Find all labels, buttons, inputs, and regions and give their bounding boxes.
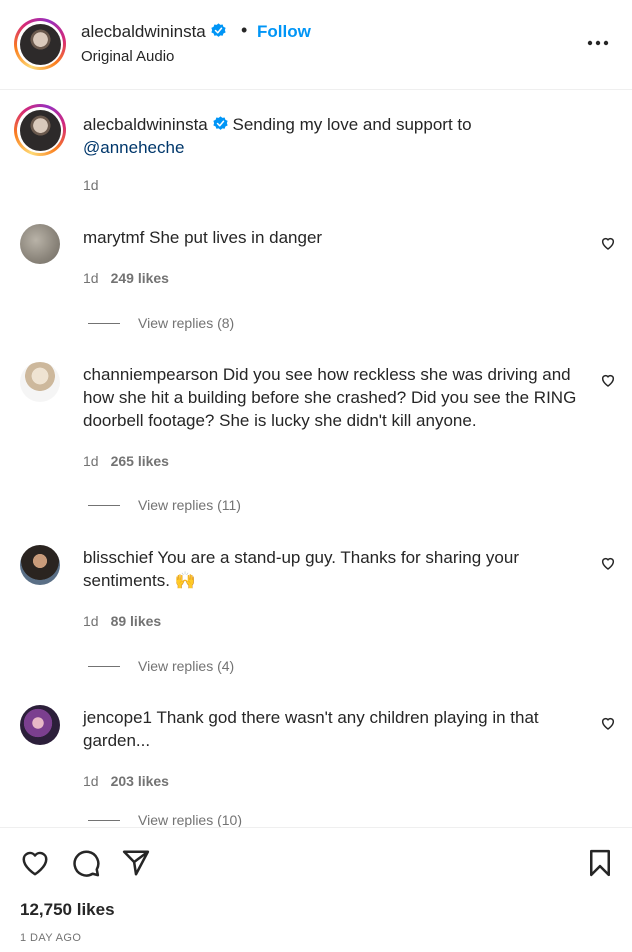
view-replies-label: View replies (4) <box>138 658 235 674</box>
view-replies-label: View replies (11) <box>138 497 241 513</box>
comment-meta: 1d 203 likes <box>83 773 169 789</box>
comment-text: blisschief You are a stand-up guy. Thank… <box>83 546 583 592</box>
view-replies-button[interactable]: View replies (11) <box>88 497 241 513</box>
bookmark-icon[interactable] <box>585 848 615 878</box>
paper-plane-icon[interactable] <box>121 848 151 878</box>
post-actions: 12,750 likes 1 DAY AGO <box>0 827 632 952</box>
comment-heart-icon[interactable] <box>600 555 616 571</box>
commenter-username[interactable]: marytmf <box>83 228 144 247</box>
comment-body: Thank god there wasn't any children play… <box>83 708 539 750</box>
comment-meta: 1d 249 likes <box>83 270 169 286</box>
follow-button[interactable]: Follow <box>257 22 311 42</box>
more-options-icon[interactable] <box>585 36 611 50</box>
comment-icon[interactable] <box>71 848 101 878</box>
comment-likes[interactable]: 203 likes <box>111 773 169 789</box>
comment-likes[interactable]: 89 likes <box>111 613 162 629</box>
verified-badge-icon <box>213 116 228 130</box>
author-username[interactable]: alecbaldwininsta <box>81 22 206 41</box>
replies-divider <box>88 665 120 667</box>
commenter-avatar[interactable] <box>20 362 60 402</box>
view-replies-label: View replies (8) <box>138 315 235 331</box>
view-replies-button[interactable]: View replies (4) <box>88 658 234 674</box>
comment-time[interactable]: 1d <box>83 453 99 469</box>
audio-link[interactable]: Original Audio <box>81 48 174 65</box>
heart-icon[interactable] <box>20 848 50 878</box>
caption-text: alecbaldwininsta Sending my love and sup… <box>83 113 603 159</box>
author-avatar[interactable] <box>14 18 66 70</box>
replies-divider <box>88 322 120 324</box>
author-username-row: alecbaldwininsta <box>81 22 226 42</box>
post-timestamp[interactable]: 1 DAY AGO <box>20 932 81 944</box>
comment-meta: 1d 265 likes <box>83 453 169 469</box>
comment-likes[interactable]: 249 likes <box>111 270 169 286</box>
view-replies-button[interactable]: View replies (8) <box>88 315 234 331</box>
raised-hands-emoji: 🙌 <box>174 571 196 590</box>
comment-time[interactable]: 1d <box>83 773 99 789</box>
comment-text: marytmf She put lives in danger <box>83 226 583 249</box>
caption-avatar[interactable] <box>14 104 66 156</box>
comment-text: jencope1 Thank god there wasn't any chil… <box>83 706 583 752</box>
comment-heart-icon[interactable] <box>600 715 616 731</box>
replies-divider <box>88 819 120 821</box>
comment-likes[interactable]: 265 likes <box>111 453 169 469</box>
caption-time[interactable]: 1d <box>83 177 99 193</box>
comment-heart-icon[interactable] <box>600 235 616 251</box>
view-replies-label: View replies (10) <box>138 812 243 828</box>
commenter-avatar[interactable] <box>20 705 60 745</box>
comment-time[interactable]: 1d <box>83 270 99 286</box>
caption-body: Sending my love and support to <box>232 115 472 134</box>
caption-mention[interactable]: @anneheche <box>83 138 184 157</box>
view-replies-button[interactable]: View replies (10) <box>88 812 242 828</box>
post-comments-panel: alecbaldwininsta • Follow Original Audio… <box>0 0 632 952</box>
commenter-username[interactable]: jencope1 <box>83 708 152 727</box>
comment-text: channiempearson Did you see how reckless… <box>83 363 583 432</box>
replies-divider <box>88 504 120 506</box>
commenter-avatar[interactable] <box>20 224 60 264</box>
verified-badge-icon <box>211 23 226 37</box>
separator-dot: • <box>241 20 248 40</box>
caption-username[interactable]: alecbaldwininsta <box>83 115 208 134</box>
commenter-username[interactable]: blisschief <box>83 548 153 567</box>
commenter-avatar[interactable] <box>20 545 60 585</box>
post-likes-count[interactable]: 12,750 likes <box>20 900 115 920</box>
commenter-username[interactable]: channiempearson <box>83 365 218 384</box>
comment-body: She put lives in danger <box>149 228 323 247</box>
comment-time[interactable]: 1d <box>83 613 99 629</box>
comment-meta: 1d 89 likes <box>83 613 161 629</box>
post-header: alecbaldwininsta • Follow Original Audio <box>0 0 632 90</box>
comment-heart-icon[interactable] <box>600 372 616 388</box>
